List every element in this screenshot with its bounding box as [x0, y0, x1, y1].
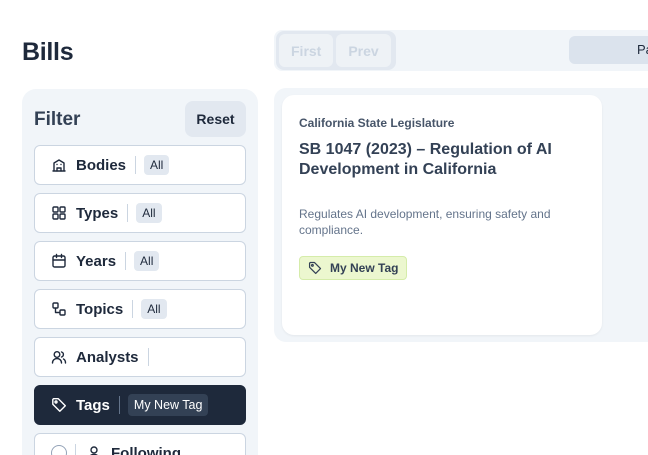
filter-years-label: Years [76, 252, 117, 270]
filter-types-button[interactable]: Types All [34, 193, 246, 233]
filter-years-value: All [134, 251, 160, 271]
tag-icon [51, 397, 67, 413]
divider [147, 348, 149, 366]
filter-following-label: Following [111, 444, 181, 455]
divider [75, 444, 76, 455]
page-indicator[interactable]: Pa [569, 36, 648, 64]
bill-card[interactable]: California State Legislature SB 1047 (20… [282, 95, 602, 335]
filter-bodies-value: All [144, 155, 170, 175]
bill-tag-chip[interactable]: My New Tag [299, 256, 408, 280]
filter-topics-label: Topics [76, 300, 124, 318]
filter-types-value: All [136, 203, 162, 223]
divider [118, 396, 120, 414]
following-radio[interactable] [51, 445, 67, 455]
filter-bodies-button[interactable]: Bodies All [34, 145, 246, 185]
divider [135, 156, 137, 174]
bill-title[interactable]: SB 1047 (2023) – Regulation of AI Develo… [299, 140, 589, 180]
pagination-nav: First Prev [276, 31, 396, 70]
reset-button[interactable]: Reset [185, 101, 246, 137]
filter-tags-button[interactable]: Tags My New Tag [34, 385, 246, 425]
user-icon [86, 445, 102, 455]
users-icon [51, 349, 67, 365]
building-icon [51, 157, 67, 173]
divider [132, 300, 134, 318]
filter-types-label: Types [76, 204, 119, 222]
page-title: Bills [22, 38, 74, 66]
grid-icon [51, 205, 67, 221]
first-page-button[interactable]: First [279, 34, 334, 67]
bill-source: California State Legislature [299, 116, 455, 130]
filter-analysts-label: Analysts [76, 348, 139, 366]
calendar-icon [51, 253, 67, 269]
prev-page-button[interactable]: Prev [336, 34, 391, 67]
filter-years-button[interactable]: Years All [34, 241, 246, 281]
filter-following-button[interactable]: Following [34, 433, 246, 455]
bill-summary: Regulates AI development, ensuring safet… [299, 207, 551, 237]
filter-title: Filter [34, 109, 81, 130]
divider [127, 204, 129, 222]
filter-bodies-label: Bodies [76, 156, 127, 174]
results-area: California State Legislature SB 1047 (20… [274, 88, 648, 342]
topics-icon [51, 301, 67, 317]
filter-tags-value: My New Tag [127, 394, 209, 416]
bill-card-body: California State Legislature SB 1047 (20… [299, 116, 589, 280]
pagination-bar: First Prev Pa [274, 30, 648, 71]
filter-analysts-button[interactable]: Analysts [34, 337, 246, 377]
filter-panel: Filter Reset Bodies All Types All Years … [22, 89, 258, 455]
filter-topics-button[interactable]: Topics All [34, 289, 246, 329]
divider [125, 252, 127, 270]
filter-tags-label: Tags [76, 396, 110, 414]
bill-tag-label: My New Tag [330, 261, 399, 275]
filter-topics-value: All [141, 299, 167, 319]
tag-icon [308, 261, 322, 275]
